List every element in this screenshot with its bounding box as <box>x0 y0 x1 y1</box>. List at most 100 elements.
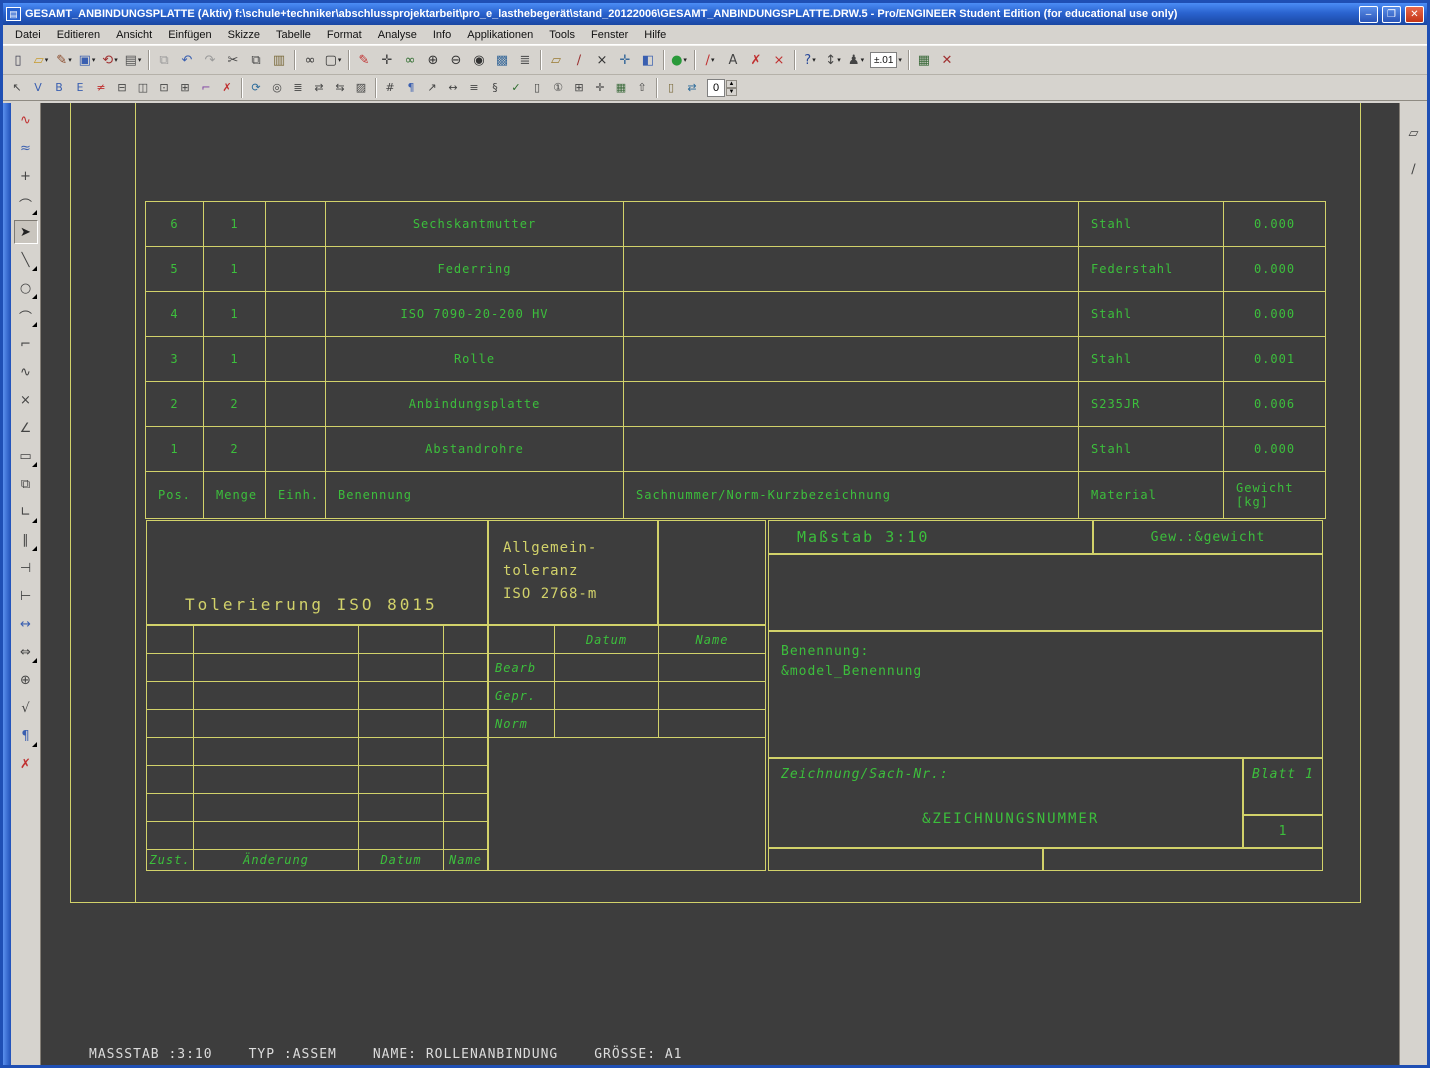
page-setup-icon[interactable]: ▯ <box>661 78 681 98</box>
bom-cell-einh[interactable] <box>266 292 326 337</box>
spell-check-icon[interactable]: ✓ <box>506 78 526 98</box>
bom-cell-benennung[interactable]: Sechskantmutter <box>326 202 624 247</box>
bom-cell-pos[interactable]: 2 <box>146 382 204 427</box>
menu-item-applikationen[interactable]: Applikationen <box>459 27 541 43</box>
bom-cell-einh[interactable] <box>266 202 326 247</box>
bom-cell-sachnummer[interactable] <box>624 292 1079 337</box>
menu-item-format[interactable]: Format <box>319 27 370 43</box>
rectangle-tool[interactable]: ▭ <box>14 444 38 468</box>
dim-format-button[interactable]: ↕▾ <box>822 49 844 71</box>
bom-cell-pos[interactable]: 6 <box>146 202 204 247</box>
erase-all-button[interactable]: ⨯ <box>768 49 790 71</box>
bom-table[interactable]: 61SechskantmutterStahl0.00051FederringFe… <box>145 201 1326 519</box>
circle-tool[interactable]: ○ <box>14 276 38 300</box>
bom-cell-pos[interactable]: 1 <box>146 427 204 472</box>
bom-cell-material[interactable]: Stahl <box>1079 427 1224 472</box>
select-box-button[interactable]: ▢▾ <box>322 49 344 71</box>
format-v-icon[interactable]: V <box>28 78 48 98</box>
allgemeintoleranz-box[interactable]: Allgemein- toleranz ISO 2768-m <box>488 520 658 625</box>
empty-right-box[interactable] <box>768 554 1323 631</box>
csys-toggle[interactable]: ✛ <box>614 49 636 71</box>
bom-cell-menge[interactable]: 2 <box>204 427 266 472</box>
bom-cell-sachnummer[interactable] <box>624 337 1079 382</box>
trim-tool[interactable]: ⊣ <box>14 556 38 580</box>
footer-cell-left[interactable] <box>768 848 1043 871</box>
tolerierung-box[interactable]: Tolerierung ISO 8015 <box>146 520 488 625</box>
point-tool[interactable]: × <box>14 388 38 412</box>
help-button[interactable]: ?▾ <box>799 49 821 71</box>
delete-tool[interactable]: ✗ <box>14 752 38 776</box>
sketch-note-tool[interactable]: ∿ <box>14 108 38 132</box>
menu-item-fenster[interactable]: Fenster <box>583 27 636 43</box>
layers-button[interactable]: ≣ <box>514 49 536 71</box>
bom-cell-material[interactable]: Stahl <box>1079 337 1224 382</box>
bom-cell-material[interactable]: Federstahl <box>1079 247 1224 292</box>
bom-cell-sachnummer[interactable] <box>624 427 1079 472</box>
offset-tool[interactable]: ∥ <box>14 528 38 552</box>
maximize-button[interactable]: ❐ <box>1382 6 1401 23</box>
bom-cell-benennung[interactable]: Abstandrohre <box>326 427 624 472</box>
format-e-icon[interactable]: E <box>70 78 90 98</box>
note-tool[interactable]: ¶ <box>14 724 38 748</box>
bom-cell-pos[interactable]: 3 <box>146 337 204 382</box>
bom-header-menge[interactable]: Menge <box>204 472 266 519</box>
bom-cell-gewicht[interactable]: 0.000 <box>1224 202 1326 247</box>
symbol-icon[interactable]: § <box>485 78 505 98</box>
insert-column-icon[interactable]: ◫ <box>133 78 153 98</box>
massstab-box[interactable]: Maßstab 3:10 <box>768 520 1093 554</box>
bom-header-benennung[interactable]: Benennung <box>326 472 624 519</box>
duplicate-button[interactable]: ⧉ <box>153 49 175 71</box>
surface-finish-tool[interactable]: √ <box>14 696 38 720</box>
bom-cell-einh[interactable] <box>266 382 326 427</box>
dimension-tool[interactable]: ↔ <box>14 612 38 636</box>
hatch-icon[interactable]: ▨ <box>351 78 371 98</box>
datum-plane-toggle[interactable]: ▱ <box>545 49 567 71</box>
undo-button[interactable]: ↶ <box>176 49 198 71</box>
zeichnungsnummer-box[interactable]: Zeichnung/Sach-Nr.: &ZEICHNUNGSNUMMER <box>768 758 1243 848</box>
format-b-icon[interactable]: B <box>49 78 69 98</box>
mirror-tool[interactable]: ⧉ <box>14 472 38 496</box>
table-file-icon[interactable]: ≣ <box>288 78 308 98</box>
edit-hatch-tool[interactable]: ≈ <box>14 136 38 160</box>
bom-cell-pos[interactable]: 5 <box>146 247 204 292</box>
datum-point-toggle[interactable]: × <box>591 49 613 71</box>
move-view-icon[interactable]: ✛ <box>590 78 610 98</box>
bom-cell-einh[interactable] <box>266 337 326 382</box>
dimension-icon[interactable]: ↔ <box>443 78 463 98</box>
model-tree-sash[interactable] <box>3 103 11 1065</box>
arc-segment-tool[interactable]: ⌒ <box>14 192 38 216</box>
delete-cell-icon[interactable]: ✗ <box>217 78 237 98</box>
blatt-box[interactable]: Blatt 1 <box>1243 758 1323 815</box>
open-file-button[interactable]: ▱▾ <box>30 49 52 71</box>
menu-item-skizze[interactable]: Skizze <box>220 27 268 43</box>
highlight-red-icon[interactable]: ≠ <box>91 78 111 98</box>
select-arrow-tool[interactable]: ➤ <box>14 220 38 244</box>
save-table-icon[interactable]: ▦ <box>611 78 631 98</box>
text-style-button[interactable]: A <box>722 49 744 71</box>
bom-cell-gewicht[interactable]: 0.006 <box>1224 382 1326 427</box>
menu-item-analyse[interactable]: Analyse <box>370 27 425 43</box>
paste-button[interactable]: ▥ <box>268 49 290 71</box>
bom-cell-material[interactable]: Stahl <box>1079 202 1224 247</box>
bom-cell-menge[interactable]: 1 <box>204 292 266 337</box>
update-sheet-icon[interactable]: ⇄ <box>682 78 702 98</box>
zoom-out-button[interactable]: ⊖ <box>445 49 467 71</box>
balloon-count-field[interactable]: 0▲▼ <box>707 79 737 97</box>
menu-item-datei[interactable]: Datei <box>7 27 49 43</box>
copy-button[interactable]: ⧉ <box>245 49 267 71</box>
bom-cell-gewicht[interactable]: 0.000 <box>1224 292 1326 337</box>
bom-cell-einh[interactable] <box>266 427 326 472</box>
leader-icon[interactable]: ↗ <box>422 78 442 98</box>
bom-cell-sachnummer[interactable] <box>624 382 1079 427</box>
zoom-fit-button[interactable]: ◉ <box>468 49 490 71</box>
edit-pencil-button[interactable]: ✎▾ <box>53 49 75 71</box>
crosshair-tool[interactable]: + <box>14 164 38 188</box>
bom-cell-menge[interactable]: 1 <box>204 202 266 247</box>
approval-table[interactable]: Datum Name Bearb Gepr. Norm <box>488 625 766 871</box>
menu-item-info[interactable]: Info <box>425 27 459 43</box>
pan-button[interactable]: ✛ <box>376 49 398 71</box>
ref-dimension-tool[interactable]: ⇔ <box>14 640 38 664</box>
spectacles-button[interactable]: ∞ <box>399 49 421 71</box>
bom-cell-gewicht[interactable]: 0.001 <box>1224 337 1326 382</box>
merge-cells-icon[interactable]: ⊡ <box>154 78 174 98</box>
